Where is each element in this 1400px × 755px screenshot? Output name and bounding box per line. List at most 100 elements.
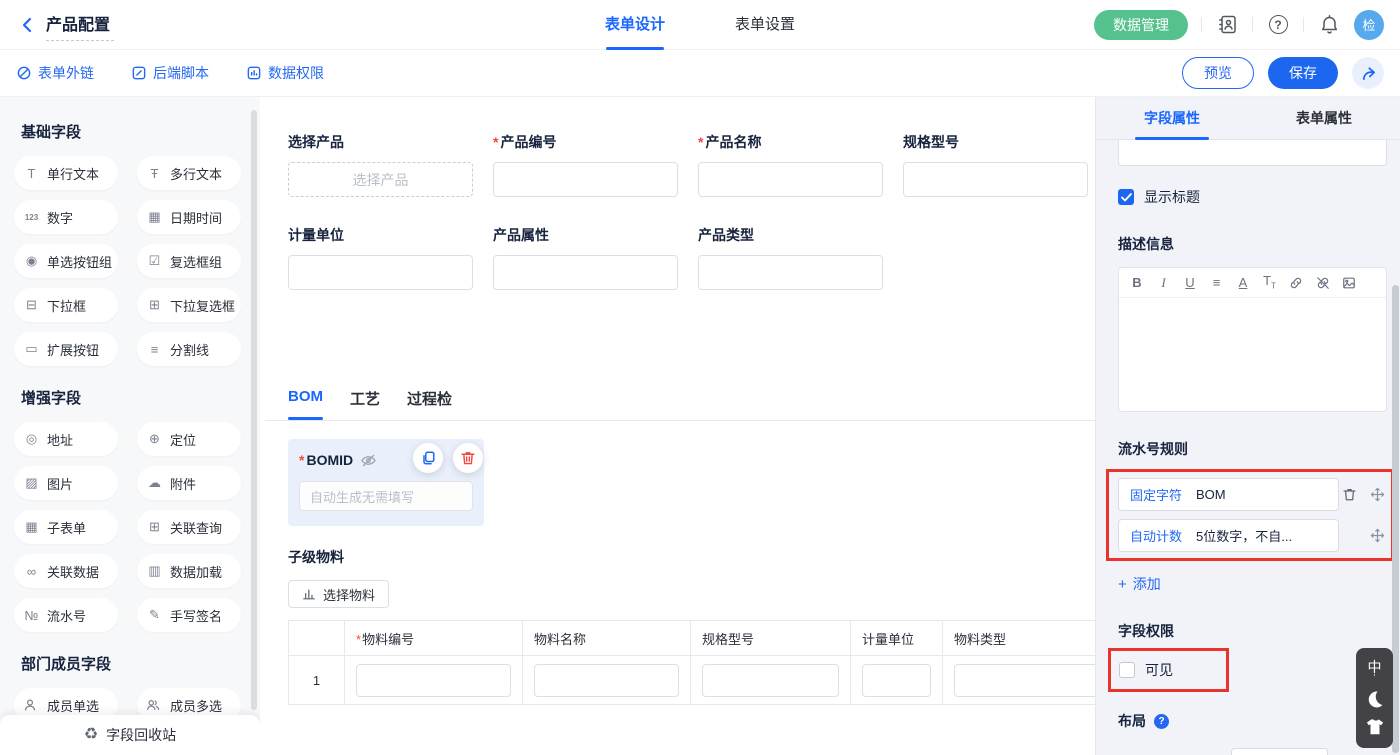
- back-button[interactable]: [16, 13, 40, 37]
- form-title[interactable]: 产品配置: [46, 9, 114, 41]
- tab-form-properties[interactable]: 表单属性: [1248, 97, 1400, 139]
- panel-scrollbar[interactable]: [1392, 285, 1399, 753]
- save-button[interactable]: 保存: [1268, 57, 1338, 89]
- sidebar-item-location[interactable]: ⊕定位: [137, 422, 241, 456]
- material-code-input[interactable]: [356, 664, 511, 697]
- unit-cell: [851, 656, 943, 704]
- sidebar-item-subform[interactable]: ▦子表单: [14, 510, 118, 544]
- sidebar-item-divider[interactable]: ≡分割线: [137, 332, 241, 366]
- field-unit[interactable]: 计量单位: [288, 225, 473, 290]
- tab-field-properties[interactable]: 字段属性: [1096, 97, 1248, 139]
- help-icon[interactable]: ?: [1266, 13, 1290, 37]
- sidebar-item-datetime[interactable]: ▦日期时间: [137, 200, 241, 234]
- header-separator: [1201, 17, 1202, 32]
- bomid-input[interactable]: 自动生成无需填写: [299, 481, 473, 511]
- select-material-button[interactable]: 选择物料: [288, 580, 389, 608]
- spec-model-cell-input[interactable]: [702, 664, 839, 697]
- sidebar-item-checkbox-group[interactable]: ☑复选框组: [137, 244, 241, 278]
- sidebar-item-linked-query[interactable]: ⊞关联查询: [137, 510, 241, 544]
- share-button[interactable]: [1352, 57, 1384, 89]
- tab-process[interactable]: 工艺: [350, 388, 380, 420]
- bomid-field-selected[interactable]: BOMID 自动生成无需填写: [288, 439, 484, 526]
- signature-icon: ✎: [146, 607, 163, 623]
- font-size-icon[interactable]: TT: [1263, 274, 1277, 291]
- field-select-product[interactable]: 选择产品 选择产品: [288, 132, 473, 197]
- remove-link-icon[interactable]: [1316, 276, 1330, 290]
- sidebar-scrollbar[interactable]: [251, 110, 257, 710]
- show-title-checkbox[interactable]: [1118, 189, 1134, 205]
- sidebar-item-data-load[interactable]: ▥数据加载: [137, 554, 241, 588]
- theme-shirt-icon[interactable]: [1365, 718, 1385, 736]
- sidebar-item-multi-line-text[interactable]: Ŧ多行文本: [137, 156, 241, 190]
- plus-icon: +: [1118, 577, 1127, 592]
- sidebar-item-single-line-text[interactable]: T单行文本: [14, 156, 118, 190]
- product-type-input[interactable]: [698, 255, 883, 290]
- delete-rule-icon[interactable]: [1342, 487, 1357, 502]
- product-code-input[interactable]: [493, 162, 678, 197]
- field-recycle-bin[interactable]: ♻ 字段回收站: [0, 715, 260, 755]
- field-product-code[interactable]: 产品编号: [493, 132, 678, 197]
- delete-field-button[interactable]: [453, 443, 483, 473]
- field-label: 规格型号: [903, 132, 1088, 152]
- select-product-trigger[interactable]: 选择产品: [288, 162, 473, 197]
- copy-field-button[interactable]: [413, 443, 443, 473]
- dark-mode-moon-icon[interactable]: [1365, 689, 1385, 709]
- user-avatar[interactable]: 检: [1354, 10, 1384, 40]
- data-permission-button[interactable]: 数据权限: [246, 63, 324, 83]
- field-product-name[interactable]: 产品名称: [698, 132, 883, 197]
- data-manage-button[interactable]: 数据管理: [1094, 10, 1188, 40]
- field-product-type[interactable]: 产品类型: [698, 225, 883, 290]
- field-name-input-partial[interactable]: [1118, 140, 1387, 166]
- section-title-enhanced-fields: 增强字段: [21, 387, 242, 408]
- insert-image-icon[interactable]: [1342, 276, 1356, 290]
- subform-table-header: 物料编号 物料名称 规格型号 计量单位 物料类型: [289, 621, 1095, 656]
- sidebar-item-attachment[interactable]: ☁附件: [137, 466, 241, 500]
- field-spec-model[interactable]: 规格型号: [903, 132, 1088, 197]
- drag-move-icon[interactable]: [1370, 528, 1385, 543]
- align-icon[interactable]: ≡: [1210, 276, 1224, 289]
- sidebar-item-radio-group[interactable]: ◉单选按钮组: [14, 244, 118, 278]
- visible-checkbox[interactable]: [1119, 662, 1135, 678]
- tab-form-design[interactable]: 表单设计: [605, 0, 665, 50]
- sidebar-item-extend-button[interactable]: ▭扩展按钮: [14, 332, 118, 366]
- notification-bell-icon[interactable]: [1317, 13, 1341, 37]
- material-name-input[interactable]: [534, 664, 679, 697]
- add-rule-button[interactable]: + 添加: [1118, 574, 1161, 594]
- sidebar-item-image[interactable]: ▨图片: [14, 466, 118, 500]
- serial-rule-auto-count[interactable]: 自动计数 5位数字，不自...: [1118, 519, 1339, 552]
- sidebar-item-signature[interactable]: ✎手写签名: [137, 598, 241, 632]
- spec-model-input[interactable]: [903, 162, 1088, 197]
- tab-process-check[interactable]: 过程检: [407, 388, 452, 420]
- underline-icon[interactable]: U: [1183, 276, 1197, 289]
- italic-icon[interactable]: I: [1157, 276, 1171, 289]
- sidebar-item-number[interactable]: 123数字: [14, 200, 118, 234]
- unit-cell-input[interactable]: [862, 664, 931, 697]
- drag-move-icon[interactable]: [1370, 487, 1385, 502]
- sidebar-item-serial-number[interactable]: №流水号: [14, 598, 118, 632]
- contacts-book-icon[interactable]: [1215, 13, 1239, 37]
- unit-input[interactable]: [288, 255, 473, 290]
- product-attribute-input[interactable]: [493, 255, 678, 290]
- tab-bom[interactable]: BOM: [288, 388, 323, 420]
- insert-link-icon[interactable]: [1289, 276, 1303, 290]
- product-name-input[interactable]: [698, 162, 883, 197]
- layout-help-icon[interactable]: ?: [1154, 714, 1169, 729]
- external-link-button[interactable]: 表单外链: [16, 63, 94, 83]
- sidebar-item-linked-data[interactable]: ∞关联数据: [14, 554, 118, 588]
- sidebar-item-address[interactable]: ◎地址: [14, 422, 118, 456]
- preview-button[interactable]: 预览: [1182, 57, 1254, 89]
- field-width-select[interactable]: 1/4: [1231, 748, 1328, 755]
- description-textarea[interactable]: [1119, 298, 1386, 411]
- font-color-icon[interactable]: A: [1236, 276, 1250, 289]
- translate-icon[interactable]: 中 ʼ: [1368, 660, 1382, 681]
- sidebar-item-dropdown-multi[interactable]: ⊞下拉复选框: [137, 288, 241, 322]
- header-separator: [1252, 17, 1253, 32]
- sidebar-item-dropdown[interactable]: ⊟下拉框: [14, 288, 118, 322]
- data-load-icon: ▥: [146, 563, 163, 579]
- field-product-attribute[interactable]: 产品属性: [493, 225, 678, 290]
- tab-form-settings[interactable]: 表单设置: [735, 0, 795, 50]
- backend-script-button[interactable]: 后端脚本: [131, 63, 209, 83]
- material-type-input[interactable]: [954, 664, 1095, 697]
- bold-icon[interactable]: B: [1130, 276, 1144, 289]
- serial-rule-fixed-chars[interactable]: 固定字符 BOM: [1118, 478, 1339, 511]
